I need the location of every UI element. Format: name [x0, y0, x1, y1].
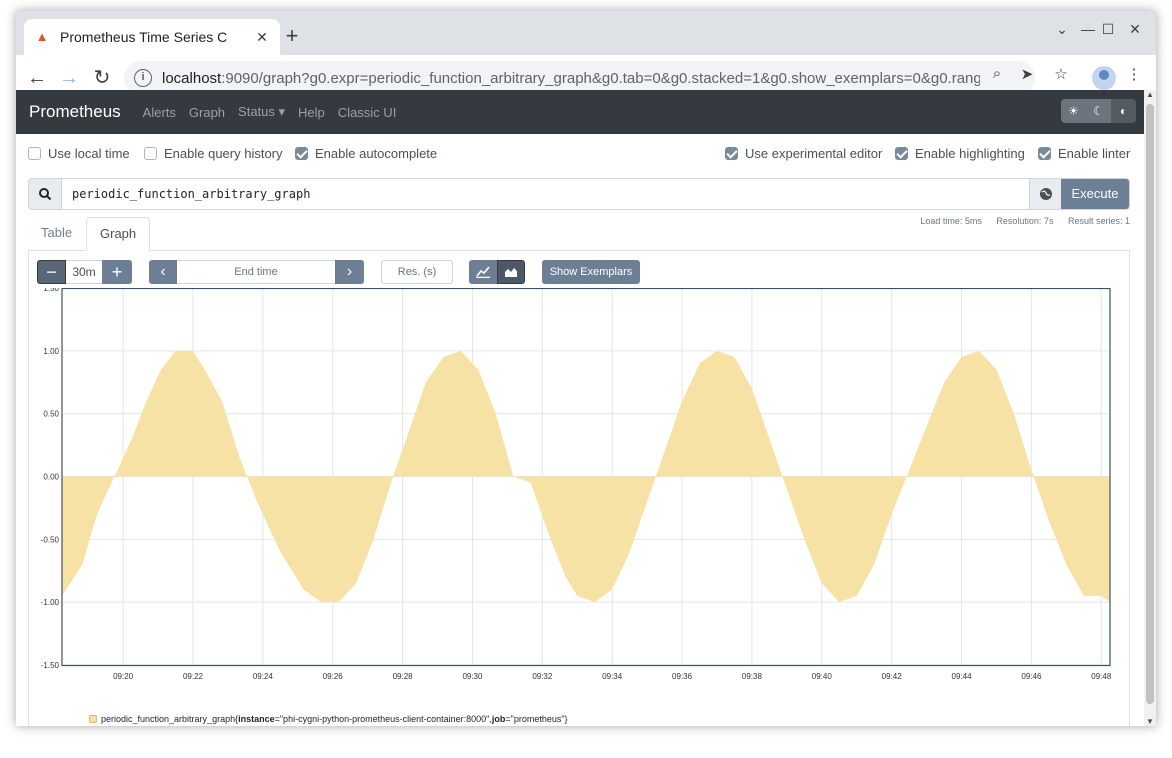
x-tick-label: 09:42 — [882, 672, 903, 681]
brand-link[interactable]: Prometheus — [29, 102, 121, 122]
prometheus-favicon-icon: ▲ — [35, 29, 49, 44]
nav-graph[interactable]: Graph — [189, 105, 225, 120]
highlighting-checkbox[interactable]: Enable highlighting — [895, 146, 1025, 161]
back-arrow-icon[interactable]: ← — [26, 67, 48, 89]
reload-icon[interactable]: ↻ — [91, 67, 113, 89]
new-tab-button[interactable]: + — [278, 23, 306, 49]
bookmark-star-icon[interactable]: ☆ — [1051, 65, 1071, 83]
scroll-down-icon[interactable]: ▼ — [1144, 717, 1156, 726]
options-row: Use local time Enable query history Enab… — [28, 146, 1144, 166]
forward-arrow-icon[interactable]: → — [58, 67, 80, 89]
metrics-explorer-globe-icon[interactable] — [1029, 179, 1061, 209]
show-exemplars-button[interactable]: Show Exemplars — [542, 260, 640, 284]
y-tick-label: -1.50 — [41, 661, 60, 670]
x-tick-label: 09:24 — [253, 672, 274, 681]
page-scrollbar[interactable]: ▲ ▼ — [1144, 90, 1156, 726]
linter-checkbox[interactable]: Enable linter — [1038, 146, 1130, 161]
checkbox-box[interactable] — [295, 147, 308, 160]
profile-avatar[interactable] — [1092, 66, 1116, 90]
line-chart-icon[interactable] — [469, 260, 497, 284]
experimental-editor-checkbox[interactable]: Use experimental editor — [725, 146, 882, 161]
panel-tabs: Table Graph — [28, 217, 1130, 251]
menu-kebab-icon[interactable]: ⋮ — [1124, 65, 1144, 83]
checkbox-box[interactable] — [895, 147, 908, 160]
x-tick-label: 09:28 — [393, 672, 414, 681]
range-input[interactable]: 30m — [66, 260, 102, 284]
local-time-checkbox[interactable]: Use local time — [28, 146, 130, 161]
send-icon[interactable]: ➤ — [1017, 65, 1037, 83]
series-area — [62, 350, 1110, 603]
autocomplete-checkbox[interactable]: Enable autocomplete — [295, 146, 437, 161]
x-tick-label: 09:40 — [812, 672, 833, 681]
series-legend[interactable]: periodic_function_arbitrary_graph{instan… — [89, 714, 568, 724]
x-tick-label: 09:30 — [462, 672, 483, 681]
y-tick-label: 0.50 — [43, 410, 59, 419]
sun-icon[interactable]: ☀ — [1061, 99, 1086, 123]
browser-tab[interactable]: ▲ Prometheus Time Series C ✕ — [24, 19, 280, 55]
time-series-chart[interactable]: 09:20 09:22 09:24 09:26 09:28 09:30 09:32 09:34… — [29, 288, 1129, 698]
x-tick-label: 09:34 — [602, 672, 623, 681]
tab-graph[interactable]: Graph — [86, 217, 151, 251]
tab-strip: ▲ Prometheus Time Series C ✕ + ⌄ — ☐ ✕ — [16, 11, 1156, 55]
tab-close-icon[interactable]: ✕ — [254, 29, 270, 46]
url-text[interactable]: localhost:9090/graph?g0.expr=periodic_fu… — [162, 70, 980, 87]
query-history-checkbox[interactable]: Enable query history — [144, 146, 283, 161]
contrast-icon[interactable]: ◐ — [1111, 99, 1136, 123]
stacked-area-icon[interactable] — [497, 260, 525, 284]
series-color-swatch — [89, 715, 97, 723]
x-tick-label: 09:20 — [113, 672, 134, 681]
execute-button[interactable]: Execute — [1061, 179, 1129, 209]
tab-table[interactable]: Table — [28, 217, 85, 251]
nav-classic-ui[interactable]: Classic UI — [338, 105, 397, 120]
nav-help[interactable]: Help — [298, 105, 325, 120]
browser-window: ▲ Prometheus Time Series C ✕ + ⌄ — ☐ ✕ ←… — [16, 11, 1156, 726]
x-tick-label: 09:26 — [323, 672, 344, 681]
checkbox-box[interactable] — [1038, 147, 1051, 160]
checkbox-box[interactable] — [28, 147, 41, 160]
expression-input[interactable]: periodic_function_arbitrary_graph — [62, 179, 1029, 209]
range-increase-button[interactable]: + — [102, 260, 132, 284]
nav-status[interactable]: Status ▾ — [238, 104, 285, 120]
search-icon — [29, 179, 62, 209]
x-tick-label: 09:48 — [1091, 672, 1112, 681]
site-info-icon[interactable]: i — [134, 69, 152, 87]
x-tick-label: 09:38 — [742, 672, 763, 681]
y-tick-label: -0.50 — [41, 535, 60, 544]
window-close-icon[interactable]: ✕ — [1124, 21, 1146, 38]
y-tick-label: 1.00 — [43, 347, 59, 356]
y-tick-label: -1.00 — [41, 598, 60, 607]
prometheus-navbar: Prometheus Alerts Graph Status ▾ Help Cl… — [16, 90, 1144, 134]
maximize-icon[interactable]: ☐ — [1097, 21, 1119, 38]
x-tick-label: 09:22 — [183, 672, 204, 681]
main-content: Use local time Enable query history Enab… — [16, 134, 1144, 726]
x-tick-label: 09:32 — [532, 672, 553, 681]
graph-panel: − 30m + ‹ End time › Res. (s) Show Exemp… — [28, 251, 1130, 726]
scroll-up-icon[interactable]: ▲ — [1144, 90, 1156, 99]
chevron-down-icon[interactable]: ⌄ — [1051, 21, 1073, 38]
end-time-input[interactable]: End time — [177, 260, 335, 284]
zoom-search-icon[interactable]: ⌕ — [987, 65, 1007, 82]
scrollbar-thumb[interactable] — [1146, 104, 1154, 704]
checkbox-box[interactable] — [144, 147, 157, 160]
x-tick-label: 09:36 — [672, 672, 693, 681]
y-tick-label: 0.00 — [43, 473, 59, 482]
theme-toggle-group: ☀ ☾ ◐ — [1061, 99, 1136, 123]
checkbox-box[interactable] — [725, 147, 738, 160]
minimize-icon[interactable]: — — [1077, 21, 1099, 37]
end-time-back-button[interactable]: ‹ — [149, 260, 177, 284]
moon-icon[interactable]: ☾ — [1086, 99, 1111, 123]
end-time-forward-button[interactable]: › — [335, 260, 364, 284]
tab-title: Prometheus Time Series C — [60, 29, 228, 45]
range-decrease-button[interactable]: − — [37, 260, 66, 284]
query-bar: periodic_function_arbitrary_graph Execut… — [28, 178, 1130, 210]
x-tick-label: 09:44 — [952, 672, 973, 681]
y-tick-label: 1.50 — [43, 288, 59, 293]
resolution-input[interactable]: Res. (s) — [381, 260, 453, 284]
nav-alerts[interactable]: Alerts — [143, 105, 176, 120]
x-tick-label: 09:46 — [1021, 672, 1042, 681]
